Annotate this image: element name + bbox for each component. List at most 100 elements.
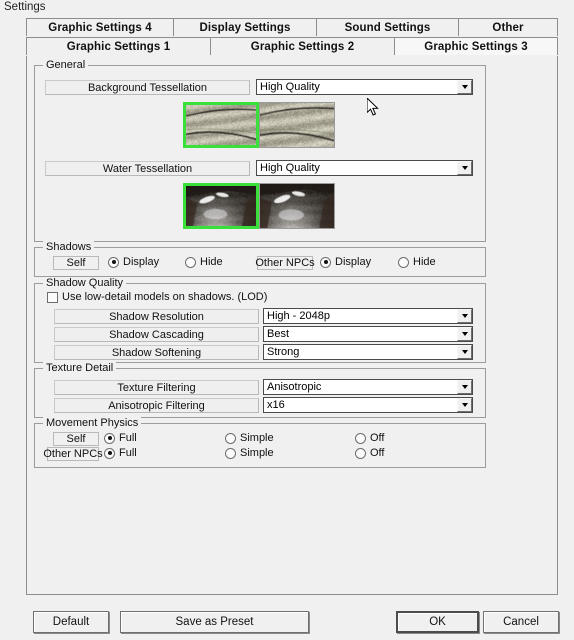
tab-graphic-settings-1[interactable]: Graphic Settings 1 <box>26 37 211 55</box>
radio-dot <box>355 447 366 459</box>
group-shadows: Shadows Self Display Hide Other NPCs Dis… <box>34 241 486 277</box>
chevron-down-icon[interactable] <box>457 380 472 394</box>
shadows-self-hide-radio[interactable]: Hide <box>185 256 223 268</box>
radio-label: Hide <box>200 256 223 268</box>
group-general-title: General <box>43 59 89 71</box>
physics-other-npcs-full-radio[interactable]: Full <box>104 447 137 459</box>
label-text: Texture Filtering <box>117 381 196 394</box>
shadow-softening-combo[interactable]: Strong <box>263 344 473 360</box>
tab-graphic-settings-3[interactable]: Graphic Settings 3 <box>394 37 558 55</box>
background-preview-row <box>183 102 335 148</box>
button-label: OK <box>429 616 446 628</box>
group-texture-detail: Texture Detail Texture Filtering Anisotr… <box>34 362 486 418</box>
button-label: Default <box>52 616 90 628</box>
shadows-other-npcs-display-radio[interactable]: Display <box>320 256 371 268</box>
shadows-self-plate: Self <box>53 256 99 270</box>
shadow-resolution-combo[interactable]: High - 2048p <box>263 308 473 324</box>
tab-row-bottom: Graphic Settings 1 Graphic Settings 2 Gr… <box>26 37 558 55</box>
settings-window: Settings Graphic Settings 4 Display Sett… <box>0 0 574 640</box>
background-tessellation-label: Background Tessellation <box>45 80 250 95</box>
default-button[interactable]: Default <box>33 611 109 633</box>
group-shadows-title: Shadows <box>43 241 95 253</box>
physics-self-plate: Self <box>53 432 99 446</box>
physics-other-npcs-simple-radio[interactable]: Simple <box>225 447 274 459</box>
tab-graphic-settings-4[interactable]: Graphic Settings 4 <box>26 18 174 36</box>
chevron-down-icon[interactable] <box>457 327 472 341</box>
checkbox-box <box>47 291 58 303</box>
radio-label: Hide <box>413 256 436 268</box>
plate-text: Other NPCs <box>255 257 315 269</box>
physics-other-npcs-off-radio[interactable]: Off <box>355 447 384 459</box>
radio-dot <box>185 256 196 268</box>
checkbox-label: Use low-detail models on shadows. (LOD) <box>62 291 268 303</box>
water-preview-high[interactable] <box>183 183 259 229</box>
label-text: Shadow Resolution <box>109 310 204 323</box>
save-as-preset-button[interactable]: Save as Preset <box>120 611 309 633</box>
combo-value: High Quality <box>260 162 320 174</box>
water-preview-high-image <box>186 186 256 226</box>
tab-display-settings[interactable]: Display Settings <box>173 18 317 36</box>
group-shadow-quality: Shadow Quality Use low-detail models on … <box>34 277 486 363</box>
group-movement-physics-title: Movement Physics <box>43 417 142 429</box>
tab-strip: Graphic Settings 4 Display Settings Soun… <box>26 18 558 56</box>
background-preview-high[interactable] <box>183 102 259 148</box>
button-label: Save as Preset <box>175 616 254 628</box>
background-tessellation-combo[interactable]: High Quality <box>256 79 473 95</box>
label-text: Anisotropic Filtering <box>108 399 205 412</box>
anisotropic-filtering-combo[interactable]: x16 <box>263 397 473 413</box>
tab-label: Graphic Settings 4 <box>48 21 152 34</box>
radio-dot <box>398 256 409 268</box>
water-tessellation-combo[interactable]: High Quality <box>256 160 473 176</box>
chevron-down-icon[interactable] <box>457 80 472 94</box>
physics-self-off-radio[interactable]: Off <box>355 432 384 444</box>
chevron-down-icon[interactable] <box>457 161 472 175</box>
chevron-down-icon[interactable] <box>457 345 472 359</box>
radio-dot <box>355 432 366 444</box>
shadow-resolution-label: Shadow Resolution <box>54 309 259 324</box>
tab-label: Other <box>492 21 524 34</box>
combo-value: Strong <box>267 346 300 358</box>
radio-dot <box>225 432 236 444</box>
button-label: Cancel <box>503 616 539 628</box>
shadows-other-npcs-hide-radio[interactable]: Hide <box>398 256 436 268</box>
chevron-down-icon[interactable] <box>457 309 472 323</box>
tab-sound-settings[interactable]: Sound Settings <box>316 18 459 36</box>
tab-graphic-settings-2[interactable]: Graphic Settings 2 <box>210 37 395 55</box>
shadow-cascading-combo[interactable]: Best <box>263 326 473 342</box>
plate-text: Self <box>66 433 86 445</box>
background-preview-low-image <box>260 103 334 147</box>
radio-label: Simple <box>240 447 274 459</box>
radio-label: Full <box>119 432 137 444</box>
water-preview-low-image <box>260 184 334 228</box>
tab-row-top: Graphic Settings 4 Display Settings Soun… <box>26 18 558 36</box>
shadow-softening-label: Shadow Softening <box>54 345 259 360</box>
tab-other[interactable]: Other <box>458 18 558 36</box>
label-text: Shadow Cascading <box>109 328 204 341</box>
lod-checkbox[interactable]: Use low-detail models on shadows. (LOD) <box>47 291 267 303</box>
physics-self-full-radio[interactable]: Full <box>104 432 137 444</box>
background-preview-low[interactable] <box>259 102 335 148</box>
texture-filtering-combo[interactable]: Anisotropic <box>263 379 473 395</box>
radio-dot <box>108 256 119 268</box>
shadows-other-npcs-plate: Other NPCs <box>255 256 315 270</box>
tab-label: Graphic Settings 3 <box>424 40 528 53</box>
radio-label: Off <box>370 447 385 459</box>
label-text: Water Tessellation <box>102 162 193 175</box>
shadows-self-display-radio[interactable]: Display <box>108 256 159 268</box>
ok-button[interactable]: OK <box>396 611 479 633</box>
tab-label: Sound Settings <box>344 21 431 34</box>
water-preview-low[interactable] <box>259 183 335 229</box>
physics-other-npcs-plate: Other NPCs <box>43 447 103 461</box>
tab-label: Graphic Settings 1 <box>66 40 171 53</box>
combo-value: x16 <box>267 399 285 411</box>
texture-filtering-label: Texture Filtering <box>54 380 259 395</box>
group-shadow-quality-title: Shadow Quality <box>43 277 127 289</box>
cancel-button[interactable]: Cancel <box>483 611 559 633</box>
radio-label: Display <box>123 256 160 268</box>
physics-self-simple-radio[interactable]: Simple <box>225 432 274 444</box>
plate-text: Self <box>66 257 86 269</box>
chevron-down-icon[interactable] <box>457 398 472 412</box>
shadow-cascading-label: Shadow Cascading <box>54 327 259 342</box>
group-texture-detail-title: Texture Detail <box>43 362 117 374</box>
settings-panel: General Background Tessellation High Qua… <box>26 56 558 595</box>
